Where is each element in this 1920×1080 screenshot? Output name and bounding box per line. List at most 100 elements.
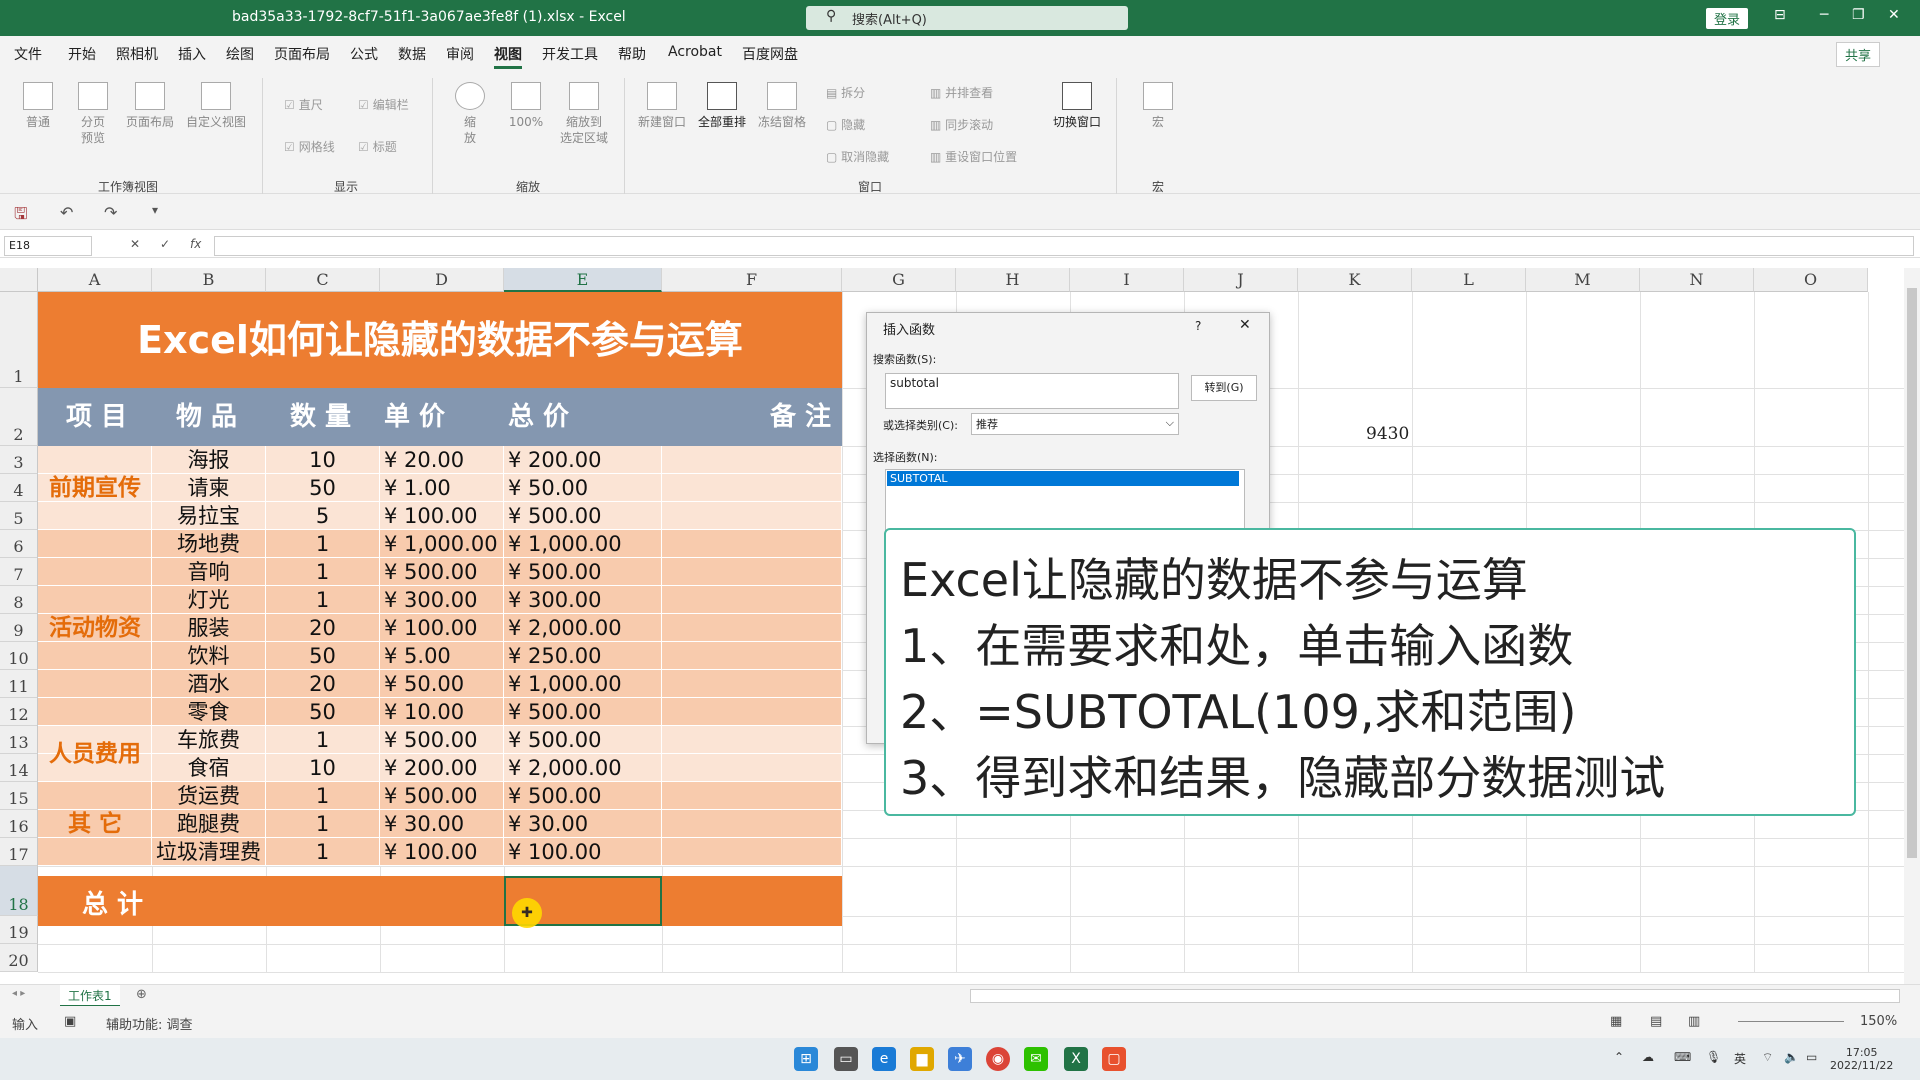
freeze-panes-button[interactable]: 冻结窗格 [754, 82, 810, 130]
cancel-icon[interactable]: ✕ [130, 237, 140, 251]
column-header-b[interactable]: B [152, 268, 266, 292]
cell-total[interactable]: ¥ 500.00 [504, 782, 662, 810]
formula-input[interactable] [214, 236, 1914, 256]
mail-icon[interactable]: ✈ [948, 1047, 972, 1071]
column-header-j[interactable]: J [1184, 268, 1298, 292]
tab-formulas[interactable]: 公式 [350, 44, 378, 64]
cell-goods[interactable]: 请柬 [152, 474, 266, 502]
macro-record-icon[interactable]: ▣ [64, 1014, 76, 1029]
row-header-6[interactable]: 6 [0, 530, 38, 558]
row-header-2[interactable]: 2 [0, 388, 38, 446]
new-window-button[interactable]: 新建窗口 [636, 82, 688, 130]
vertical-scrollbar[interactable] [1904, 268, 1920, 988]
cell-qty[interactable]: 1 [266, 530, 380, 558]
restore-button[interactable]: ❐ [1852, 7, 1865, 23]
cell-total[interactable]: ¥ 200.00 [504, 446, 662, 474]
tab-review[interactable]: 审阅 [446, 44, 474, 64]
cell-qty[interactable]: 1 [266, 838, 380, 866]
ribbon-display-button[interactable]: ⊟ [1774, 7, 1786, 23]
cell-price[interactable]: ¥ 1.00 [380, 474, 504, 502]
column-header-f[interactable]: F [662, 268, 842, 292]
enter-icon[interactable]: ✓ [160, 237, 170, 251]
header-price[interactable]: 单 价 [384, 388, 445, 446]
cell-total[interactable]: ¥ 500.00 [504, 558, 662, 586]
row-header-19[interactable]: 19 [0, 916, 38, 944]
cell-total[interactable]: ¥ 500.00 [504, 726, 662, 754]
side-by-side-button[interactable]: ▥ 并排查看 [930, 84, 993, 101]
row-header-18[interactable]: 18 [0, 866, 38, 916]
zoom-level[interactable]: 150% [1860, 1014, 1897, 1029]
cell-goods[interactable]: 场地费 [152, 530, 266, 558]
wifi-icon[interactable]: ⌔ [1762, 1050, 1773, 1065]
horizontal-scrollbar[interactable] [970, 989, 1900, 1003]
minimize-button[interactable]: ─ [1820, 7, 1828, 23]
mic-icon[interactable]: 🎙 [1706, 1050, 1721, 1064]
tab-home[interactable]: 开始 [68, 44, 96, 64]
share-button[interactable]: 共享 [1836, 42, 1881, 67]
tab-view[interactable]: 视图 [494, 44, 522, 69]
dialog-close-icon[interactable]: ✕ [1239, 317, 1251, 333]
task-view-icon[interactable]: ▭ [834, 1047, 858, 1071]
cell-k2[interactable]: 9430 [1366, 424, 1409, 444]
sync-scroll-button[interactable]: ▥ 同步滚动 [930, 116, 993, 133]
normal-view-button[interactable]: 普通 [18, 82, 58, 130]
column-header-k[interactable]: K [1298, 268, 1412, 292]
cell-price[interactable]: ¥ 500.00 [380, 782, 504, 810]
switch-windows-button[interactable]: 切换窗口 [1048, 82, 1106, 130]
cell-qty[interactable]: 10 [266, 446, 380, 474]
cell-total[interactable]: ¥ 500.00 [504, 502, 662, 530]
row-header-1[interactable]: 1 [0, 292, 38, 388]
reset-position-button[interactable]: ▥ 重设窗口位置 [930, 148, 1017, 165]
category-label[interactable]: 前期宣传 [38, 446, 152, 530]
tab-developer[interactable]: 开发工具 [542, 44, 598, 64]
cell-note[interactable] [662, 782, 842, 810]
row-header-11[interactable]: 11 [0, 670, 38, 698]
cell-goods[interactable]: 跑腿费 [152, 810, 266, 838]
cell-price[interactable]: ¥ 200.00 [380, 754, 504, 782]
cell-note[interactable] [662, 530, 842, 558]
name-box[interactable]: E18 [4, 236, 92, 256]
row-header-15[interactable]: 15 [0, 782, 38, 810]
column-header-e[interactable]: E [504, 268, 662, 292]
help-icon[interactable]: ? [1195, 319, 1201, 333]
cell-goods[interactable]: 车旅费 [152, 726, 266, 754]
cell-goods[interactable]: 垃圾清理费 [152, 838, 266, 866]
tab-insert[interactable]: 插入 [178, 44, 206, 64]
cell-note[interactable] [662, 726, 842, 754]
column-header-g[interactable]: G [842, 268, 956, 292]
wechat-icon[interactable]: ✉ [1024, 1047, 1048, 1071]
row-header-3[interactable]: 3 [0, 446, 38, 474]
column-header-h[interactable]: H [956, 268, 1070, 292]
cell-price[interactable]: ¥ 100.00 [380, 502, 504, 530]
cell-price[interactable]: ¥ 10.00 [380, 698, 504, 726]
ruler-checkbox[interactable]: 直尺 [284, 96, 323, 113]
cell-qty[interactable]: 1 [266, 782, 380, 810]
row-header-20[interactable]: 20 [0, 944, 38, 972]
cell-qty[interactable]: 1 [266, 726, 380, 754]
keyboard-icon[interactable]: ⌨ [1674, 1050, 1691, 1064]
page-break-button[interactable]: 分页 预览 [72, 82, 114, 146]
cell-price[interactable]: ¥ 30.00 [380, 810, 504, 838]
column-header-c[interactable]: C [266, 268, 380, 292]
gridlines-checkbox[interactable]: 网格线 [284, 138, 335, 155]
zoom-button[interactable]: 缩 放 [452, 82, 488, 146]
function-list-item[interactable]: SUBTOTAL [887, 471, 1239, 486]
normal-view-icon[interactable]: ▦ [1610, 1014, 1622, 1029]
cell-note[interactable] [662, 502, 842, 530]
row-header-9[interactable]: 9 [0, 614, 38, 642]
cell-qty[interactable]: 20 [266, 614, 380, 642]
select-all-corner[interactable] [0, 268, 38, 292]
cell-note[interactable] [662, 474, 842, 502]
add-sheet-icon[interactable]: ⊕ [136, 987, 147, 1002]
sheet-tab[interactable]: 工作表1 [60, 985, 120, 1007]
cell-price[interactable]: ¥ 500.00 [380, 558, 504, 586]
volume-icon[interactable]: 🔈 [1784, 1050, 1799, 1064]
search-box[interactable]: ⚲ 搜索(Alt+Q) [806, 6, 1128, 30]
cell-note[interactable] [662, 614, 842, 642]
hide-button[interactable]: ▢ 隐藏 [826, 116, 865, 133]
cell-goods[interactable]: 饮料 [152, 642, 266, 670]
cell-qty[interactable]: 1 [266, 810, 380, 838]
cell-qty[interactable]: 1 [266, 558, 380, 586]
tab-data[interactable]: 数据 [398, 44, 426, 64]
cell-price[interactable]: ¥ 100.00 [380, 838, 504, 866]
